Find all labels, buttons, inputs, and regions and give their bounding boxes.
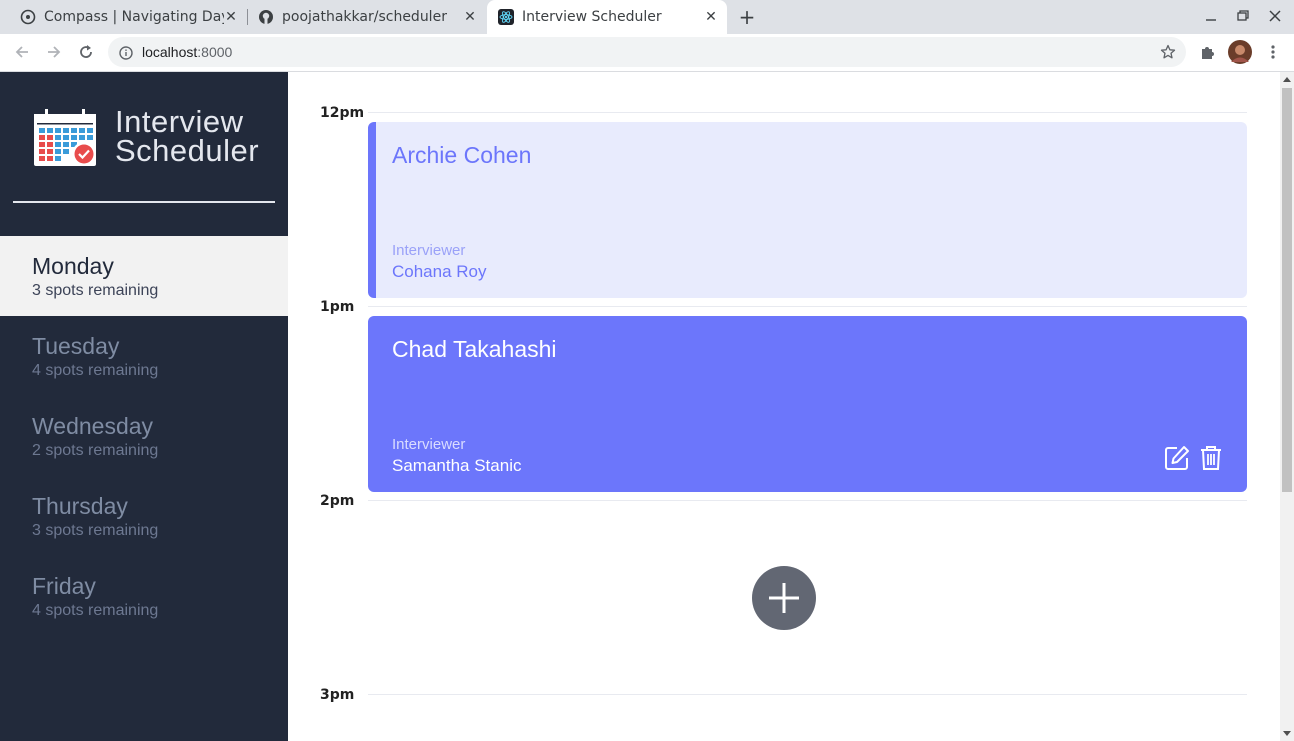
scroll-up-arrow-icon[interactable] [1283, 77, 1291, 82]
day-name: Tuesday [32, 333, 120, 359]
sidebar-item-friday[interactable]: Friday 4 spots remaining [0, 556, 288, 636]
app-title-line1: Interview [115, 104, 244, 139]
day-spots: 4 spots remaining [32, 602, 159, 619]
close-icon[interactable]: ✕ [462, 9, 478, 25]
tab-compass[interactable]: Compass | Navigating Day ✕ [0, 0, 247, 34]
close-icon[interactable]: ✕ [703, 9, 719, 25]
bookmark-star-icon[interactable] [1160, 44, 1176, 60]
app-title: Interview Scheduler [115, 104, 260, 168]
day-spots: 3 spots remaining [32, 282, 159, 299]
tab-title: poojathakkar/scheduler [282, 9, 447, 25]
slot-time-label: 1pm [320, 299, 355, 315]
minimize-icon[interactable] [1203, 8, 1219, 24]
tab-github[interactable]: poojathakkar/scheduler ✕ [248, 0, 486, 34]
day-name: Wednesday [32, 413, 154, 439]
day-name: Friday [32, 573, 96, 599]
schedule-main: 12pm Archie Cohen Interviewer Cohana Roy… [288, 72, 1280, 741]
edit-icon[interactable] [1163, 444, 1191, 472]
appointment-card[interactable]: Archie Cohen Interviewer Cohana Roy [368, 122, 1247, 298]
interviewer-name: Samantha Stanic [392, 456, 522, 475]
browser-tab-bar: Compass | Navigating Day ✕ poojathakkar/… [0, 0, 1294, 34]
slot-divider [368, 306, 1247, 307]
slot-time-label: 3pm [320, 687, 355, 703]
sidebar: Interview Scheduler Monday 3 spots remai… [0, 72, 288, 741]
github-icon [258, 9, 274, 25]
extensions-puzzle-icon[interactable] [1198, 42, 1218, 62]
window-close-icon[interactable] [1267, 8, 1283, 24]
sidebar-item-tuesday[interactable]: Tuesday 4 spots remaining [0, 316, 288, 396]
app-title-line2: Scheduler [115, 133, 260, 168]
trash-icon[interactable] [1197, 444, 1225, 472]
restore-icon[interactable] [1235, 8, 1251, 24]
browser-menu-icon[interactable] [1263, 42, 1283, 62]
slot-divider [368, 112, 1247, 113]
slot-divider [368, 500, 1247, 501]
address-bar[interactable]: localhost:8000 [108, 37, 1186, 67]
plus-icon [769, 583, 799, 613]
day-name: Thursday [32, 493, 128, 519]
interviewer-name: Cohana Roy [392, 262, 487, 281]
calendar-logo-icon [34, 109, 96, 166]
student-name: Archie Cohen [392, 142, 532, 168]
page-scrollbar[interactable] [1280, 72, 1294, 741]
react-icon [498, 9, 514, 25]
info-icon[interactable] [119, 45, 133, 60]
url-text: localhost:8000 [142, 44, 232, 60]
day-spots: 3 spots remaining [32, 522, 159, 539]
url-port: :8000 [197, 44, 233, 60]
day-name: Monday [32, 253, 114, 279]
url-host: localhost [142, 44, 198, 60]
student-name: Chad Takahashi [392, 336, 557, 362]
close-icon[interactable]: ✕ [223, 9, 239, 25]
sidebar-item-thursday[interactable]: Thursday 3 spots remaining [0, 476, 288, 556]
browser-toolbar: localhost:8000 [0, 34, 1294, 72]
sidebar-item-monday[interactable]: Monday 3 spots remaining [0, 236, 288, 316]
slot-time-label: 2pm [320, 493, 355, 509]
forward-arrow-icon[interactable] [44, 42, 64, 62]
appointment-card-hovered[interactable]: Chad Takahashi Interviewer Samantha Stan… [368, 316, 1247, 492]
profile-avatar[interactable] [1228, 40, 1252, 64]
sidebar-divider [13, 201, 275, 203]
interviewer-label: Interviewer [392, 436, 466, 453]
scroll-down-arrow-icon[interactable] [1283, 731, 1291, 736]
scrollbar-thumb[interactable] [1282, 88, 1292, 492]
day-spots: 4 spots remaining [32, 362, 159, 379]
sidebar-item-wednesday[interactable]: Wednesday 2 spots remaining [0, 396, 288, 476]
app-logo [33, 108, 99, 168]
tab-interview-scheduler[interactable]: Interview Scheduler ✕ [487, 0, 727, 34]
tab-title: Compass | Navigating Day [44, 9, 224, 25]
back-arrow-icon[interactable] [12, 42, 32, 62]
new-tab-button[interactable]: + [737, 7, 757, 27]
day-spots: 2 spots remaining [32, 442, 159, 459]
interviewer-label: Interviewer [392, 242, 466, 259]
tab-title: Interview Scheduler [522, 9, 662, 25]
reload-icon[interactable] [76, 42, 96, 62]
slot-divider [368, 694, 1247, 695]
compass-icon [20, 9, 36, 25]
add-appointment-button[interactable] [752, 566, 816, 630]
slot-time-label: 12pm [320, 105, 365, 121]
appointment-actions [1163, 444, 1225, 472]
